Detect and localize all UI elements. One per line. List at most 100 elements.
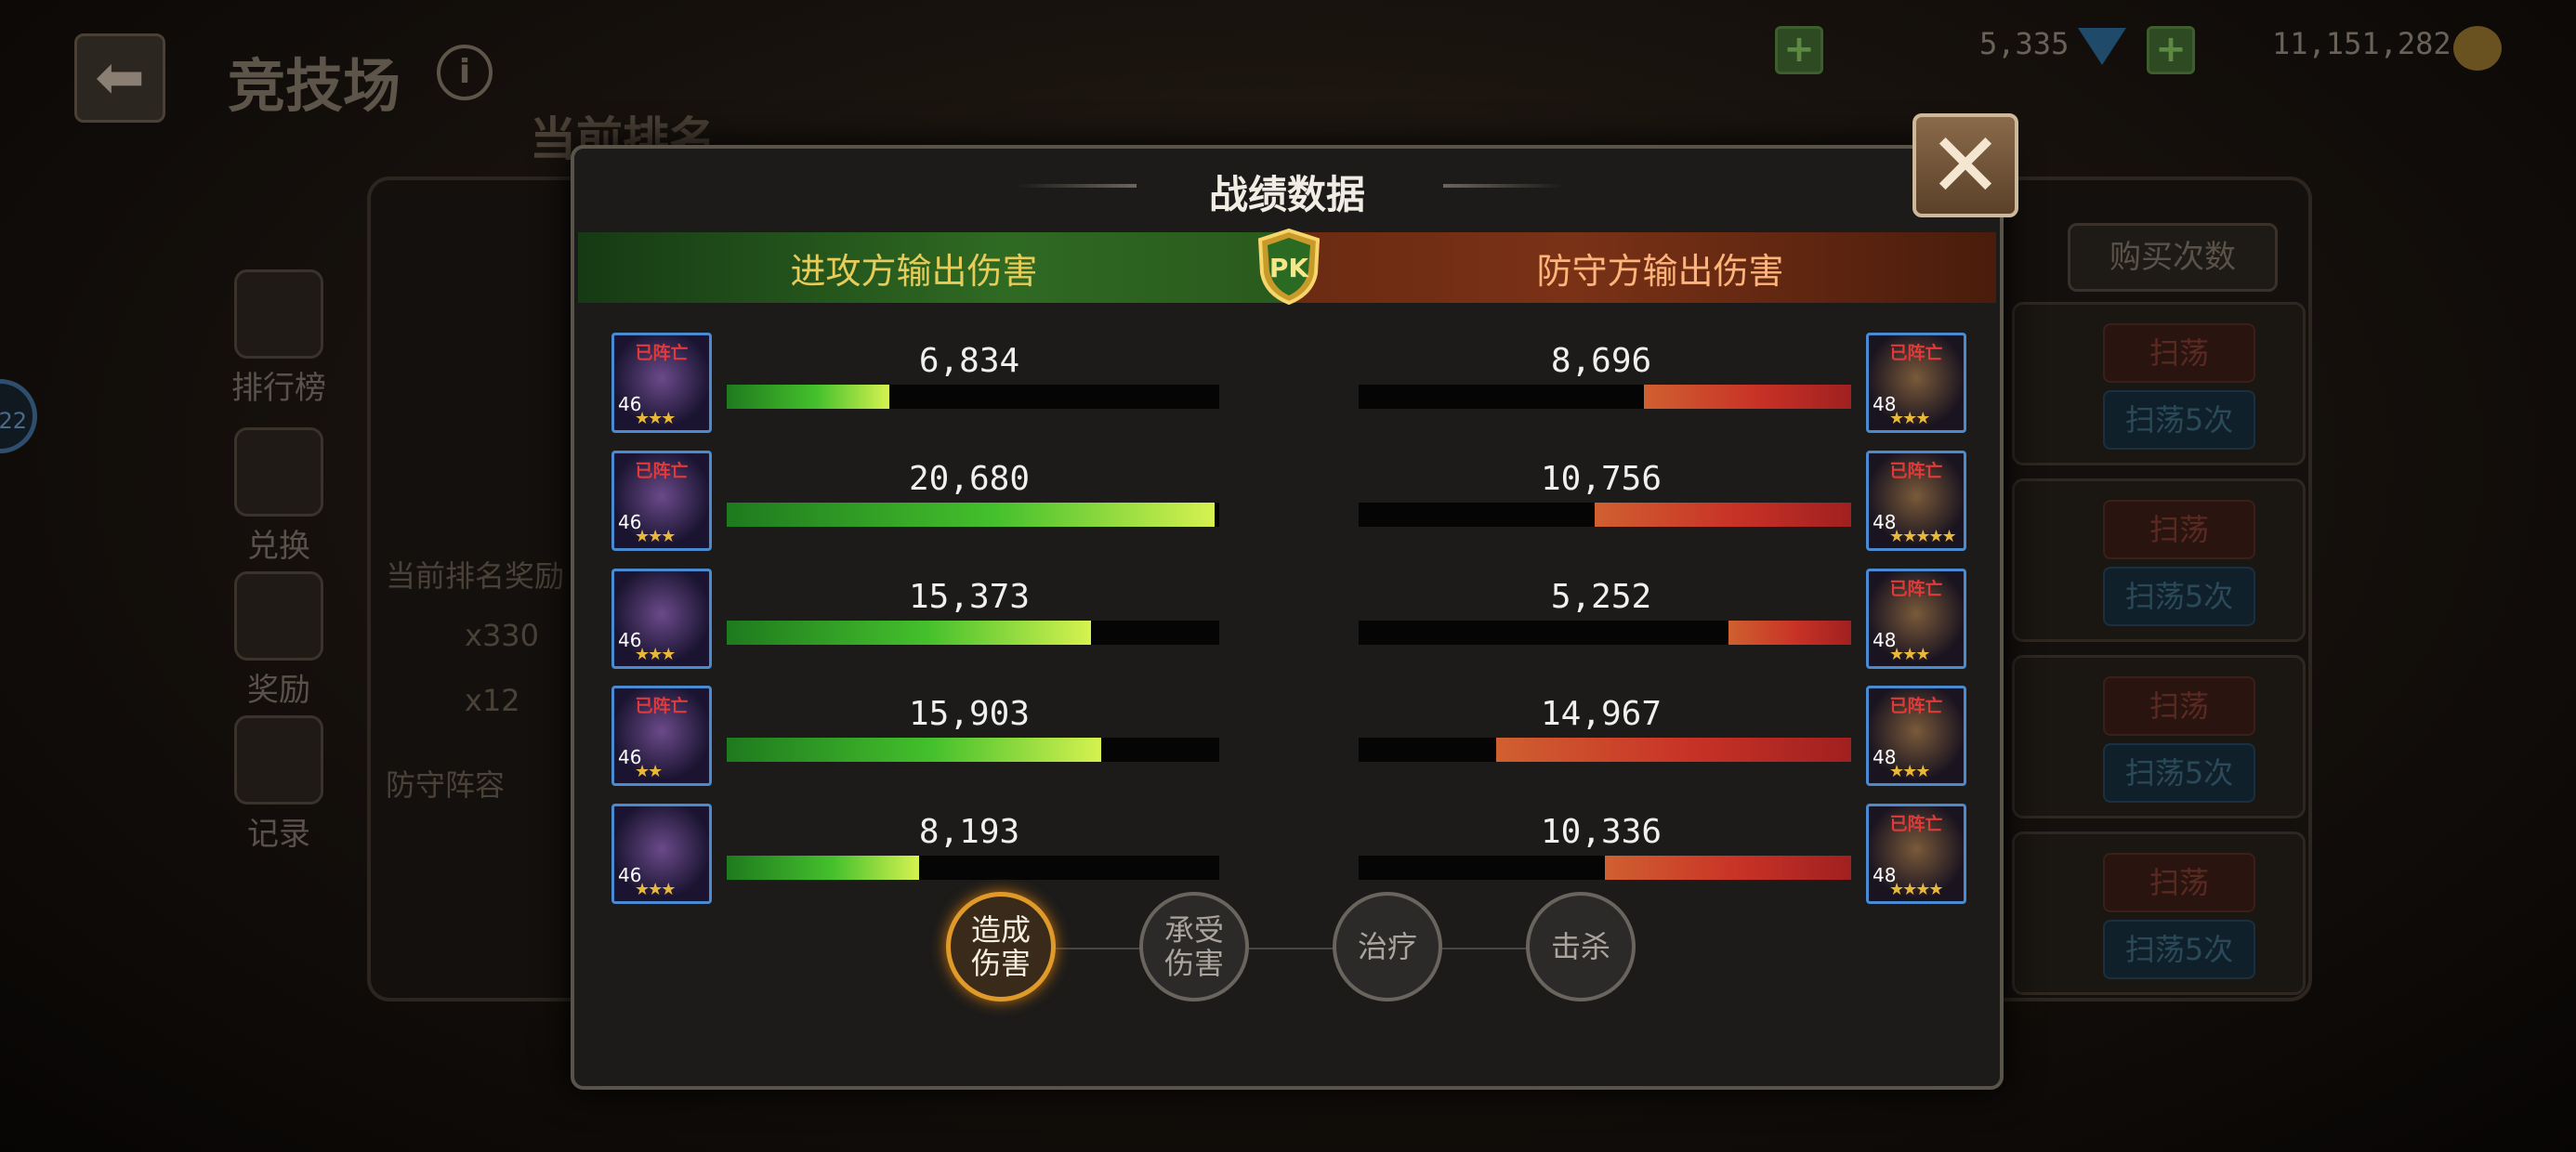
chest-icon [234,571,323,661]
trophy-icon [234,269,323,359]
tab-healing[interactable]: 治疗 [1333,892,1442,1001]
attacker-damage-value: 6,834 [918,342,1020,380]
gem-icon [2078,28,2126,65]
fallen-label: 已阵亡 [635,461,689,481]
sweep-5-button[interactable]: 扫荡5次 [2103,920,2255,979]
fallen-label: 已阵亡 [635,343,689,363]
nav-exchange[interactable]: 兑换 [214,427,344,566]
attacker-damage-fill [727,738,1101,762]
attacker-damage-bar [727,503,1219,527]
page-title: 竞技场 [228,52,401,120]
defender-damage-value: 5,252 [1550,578,1652,616]
defender-hero-portrait[interactable]: 已阵亡 48 ★★★ [1866,686,1966,786]
buy-attempts-button[interactable]: 购买次数 [2068,223,2278,292]
nav-label: 奖励 [247,672,310,709]
opponent-card: 扫荡扫荡5次 [2012,302,2306,465]
defender-damage-value: 10,336 [1540,813,1663,851]
attacker-damage-fill [727,856,919,880]
tab-kills[interactable]: 击杀 [1526,892,1636,1001]
attacker-damage-value: 8,193 [918,813,1020,851]
defender-damage-bar [1359,856,1851,880]
nav-records[interactable]: 记录 [214,715,344,854]
gold-count: 11,151,282 [2272,26,2451,61]
defender-damage-fill [1496,738,1851,762]
defender-hero-portrait[interactable]: 已阵亡 48 ★★★ [1866,569,1966,669]
defender-damage-fill [1605,856,1851,880]
opponent-card: 扫荡扫荡5次 [2012,478,2306,642]
defender-damage-value: 10,756 [1540,460,1663,498]
star-rating-icon: ★★★ [1889,645,1930,664]
fallen-label: 已阵亡 [1889,696,1943,716]
defender-damage-bar [1359,385,1851,409]
sweep-button[interactable]: 扫荡 [2103,853,2255,912]
star-rating-icon: ★★★ [635,880,676,899]
star-rating-icon: ★★★ [1889,762,1930,781]
fallen-label: 已阵亡 [1889,343,1943,363]
defender-damage-bar [1359,621,1851,645]
nav-leaderboard[interactable]: 排行榜 [214,269,344,408]
sweep-button[interactable]: 扫荡 [2103,676,2255,736]
nav-label: 兑换 [247,528,310,565]
attacker-damage-fill [727,385,889,409]
attacker-hero-portrait[interactable]: 已阵亡 46 ★★★ [611,451,712,551]
battle-stats-dialog: 战绩数据 进攻方输出伤害 防守方输出伤害 PK 已阵亡 46 ★★★ 6,834 已阵亡… [571,145,2004,1090]
defender-damage-value: 8,696 [1550,342,1652,380]
star-rating-icon: ★★★ [635,527,676,546]
sweep-5-button[interactable]: 扫荡5次 [2103,390,2255,450]
defender-header: 防守方输出伤害 [1287,232,1996,303]
book-icon [234,715,323,805]
back-button[interactable]: ⬅ [74,33,165,123]
fallen-label: 已阵亡 [635,696,689,716]
attacker-damage-value: 15,373 [908,578,1031,616]
defender-damage-fill [1595,503,1851,527]
defender-damage-fill [1644,385,1851,409]
add-gems-button[interactable]: + [1775,26,1823,74]
sweep-button[interactable]: 扫荡 [2103,323,2255,383]
fallen-label: 已阵亡 [1889,814,1943,834]
attacker-damage-value: 15,903 [908,695,1031,733]
close-button[interactable]: ✕ [1912,113,2018,217]
gem-count: 5,335 [1979,26,2070,61]
attacker-hero-portrait[interactable]: 已阵亡 46 ★★★ [611,333,712,433]
defender-damage-bar [1359,738,1851,762]
defender-hero-portrait[interactable]: 已阵亡 48 ★★★★ [1866,804,1966,904]
add-gold-button[interactable]: + [2147,26,2195,74]
nav-rewards[interactable]: 奖励 [214,571,344,710]
star-rating-icon: ★★★ [635,409,676,428]
attacker-hero-portrait[interactable]: 46 ★★★ [611,804,712,904]
reward-item-count: x12 [465,683,520,718]
tab-damage-dealt[interactable]: 造成 伤害 [946,892,1056,1001]
star-rating-icon: ★★★★ [1889,880,1944,899]
star-rating-icon: ★★★ [1889,409,1930,428]
sweep-button[interactable]: 扫荡 [2103,500,2255,559]
defender-hero-portrait[interactable]: 已阵亡 48 ★★★ [1866,333,1966,433]
close-icon: ✕ [1927,113,2004,217]
coin-icon [2453,26,2502,71]
attacker-hero-portrait[interactable]: 46 ★★★ [611,569,712,669]
info-icon[interactable]: i [437,45,493,100]
attacker-damage-bar [727,738,1219,762]
defender-damage-value: 14,967 [1540,695,1663,733]
tab-damage-taken[interactable]: 承受 伤害 [1139,892,1249,1001]
attacker-header: 进攻方输出伤害 [578,232,1287,303]
sweep-5-button[interactable]: 扫荡5次 [2103,567,2255,626]
star-rating-icon: ★★★★★ [1889,527,1957,546]
attacker-damage-value: 20,680 [908,460,1031,498]
star-rating-icon: ★★ [635,762,663,781]
nav-label: 记录 [247,816,310,853]
opponent-card: 扫荡扫荡5次 [2012,831,2306,995]
nav-label: 排行榜 [231,370,326,407]
attacker-damage-bar [727,856,1219,880]
attacker-damage-bar [727,385,1219,409]
reward-label: 当前排名奖励 [386,558,565,594]
tab-connector [983,948,1597,949]
pk-shield-icon: PK [1257,229,1321,305]
attacker-hero-portrait[interactable]: 已阵亡 46 ★★ [611,686,712,786]
leaf-icon [234,427,323,517]
sweep-5-button[interactable]: 扫荡5次 [2103,743,2255,803]
reward-gem-count: x330 [465,618,540,653]
defender-hero-portrait[interactable]: 已阵亡 48 ★★★★★ [1866,451,1966,551]
attacker-damage-fill [727,503,1215,527]
star-rating-icon: ★★★ [635,645,676,664]
defender-damage-fill [1728,621,1851,645]
